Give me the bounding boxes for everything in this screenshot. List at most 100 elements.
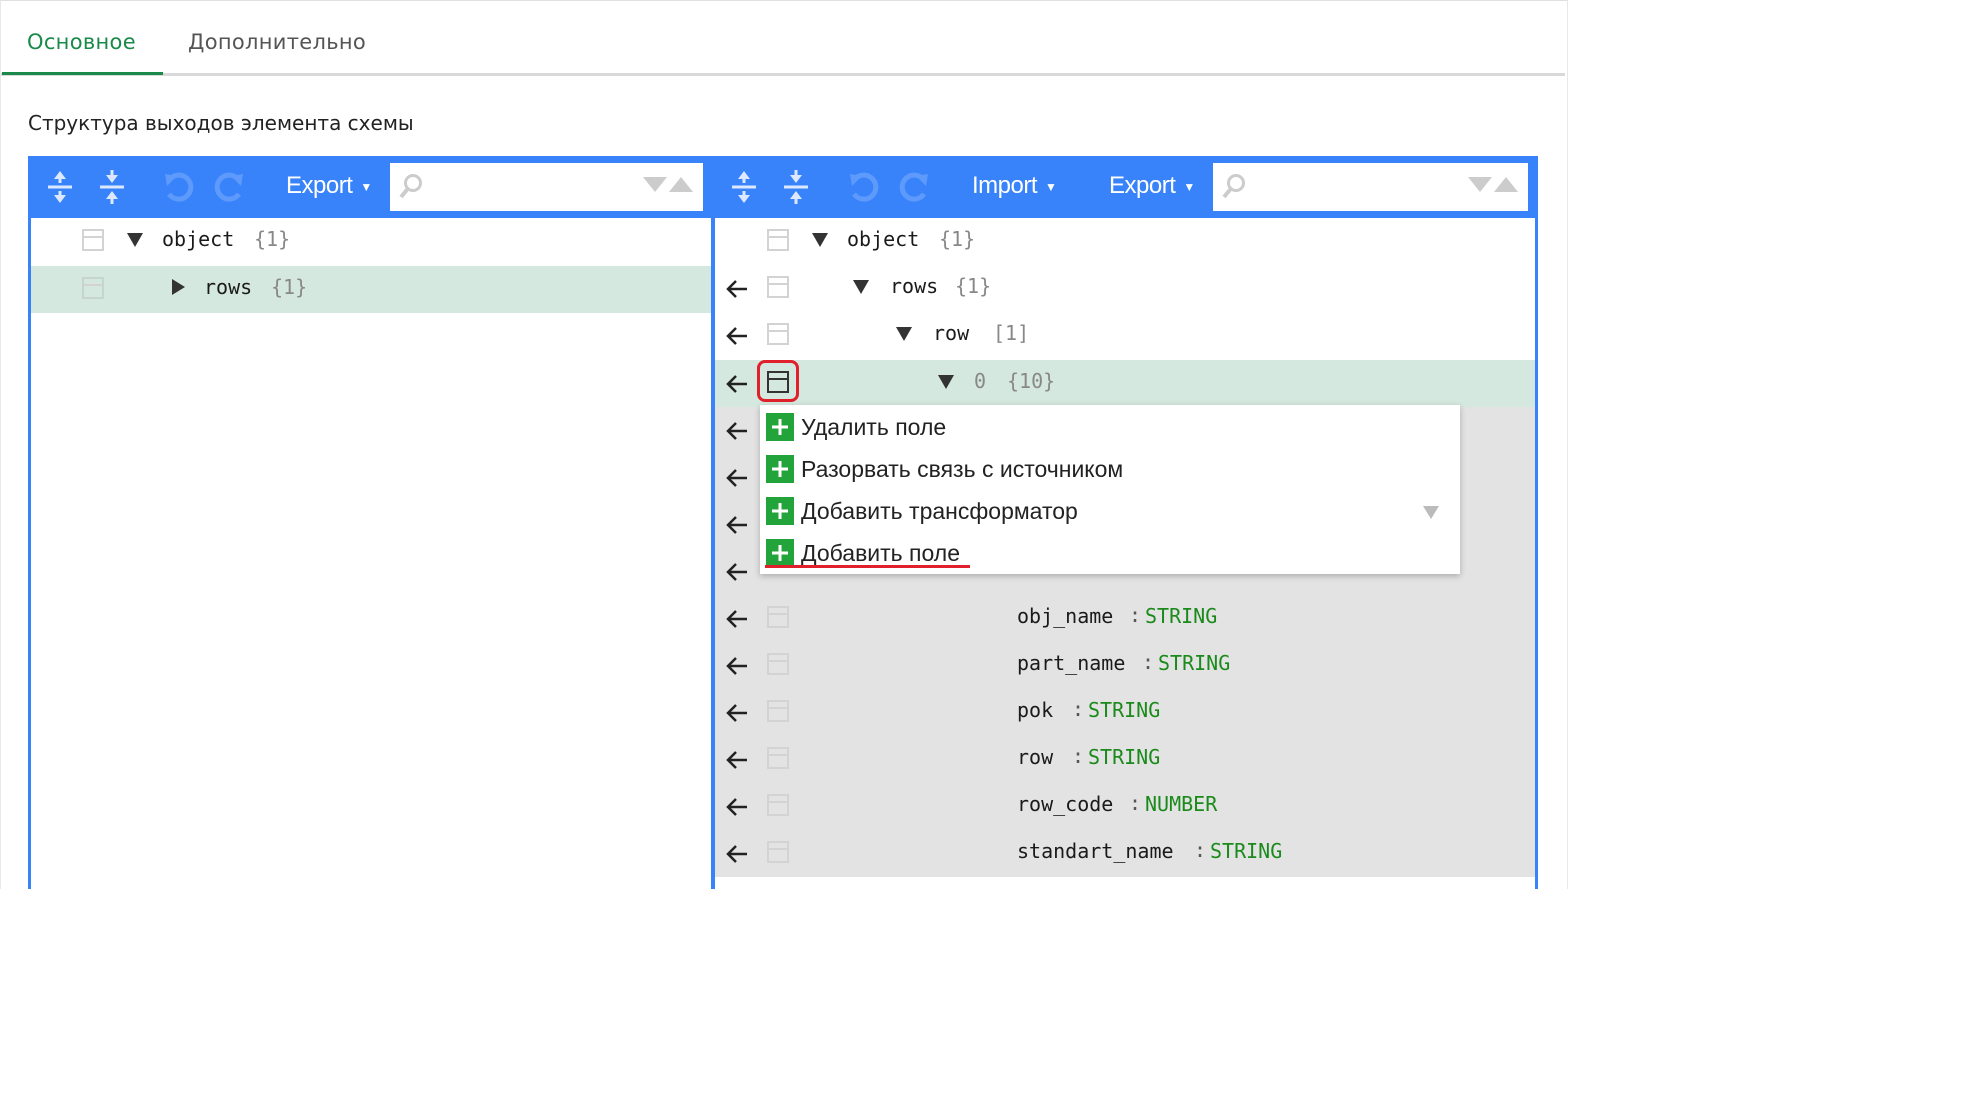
- tree-count: [1]: [993, 321, 1030, 345]
- left-tree: object {1} rows {1}: [31, 218, 711, 889]
- tree-count: {1}: [254, 227, 291, 251]
- field-menu-icon[interactable]: [767, 700, 789, 722]
- search-previous-icon[interactable]: [669, 177, 693, 192]
- arrow-left-icon[interactable]: [725, 843, 749, 865]
- field-menu-icon[interactable]: [82, 277, 104, 299]
- tree-key: standart_name: [1017, 839, 1174, 863]
- tree-row-object[interactable]: object {1}: [715, 218, 1535, 265]
- redo-icon[interactable]: [895, 166, 935, 208]
- search-icon: [399, 174, 422, 199]
- right-search-box: [1213, 163, 1528, 211]
- arrow-left-icon[interactable]: [725, 749, 749, 771]
- menu-item-delete-field[interactable]: Удалить поле: [766, 412, 946, 442]
- context-menu: Удалить поле Разорвать связь с источнико…: [760, 405, 1460, 574]
- arrow-left-icon[interactable]: [725, 796, 749, 818]
- menu-item-label: Удалить поле: [801, 413, 947, 440]
- tree-count: {1}: [955, 274, 992, 298]
- field-menu-icon[interactable]: [767, 276, 789, 298]
- collapse-toggle-icon[interactable]: [812, 233, 828, 247]
- arrow-left-icon[interactable]: [725, 467, 749, 489]
- tab-main[interactable]: Основное: [27, 30, 136, 54]
- tree-row-field[interactable]: row : STRING: [715, 736, 1535, 783]
- tree-key: obj_name: [1017, 604, 1114, 628]
- left-search-input[interactable]: [434, 171, 624, 203]
- redo-icon[interactable]: [210, 166, 250, 208]
- expand-toggle-icon[interactable]: [172, 279, 185, 295]
- collapse-toggle-icon[interactable]: [896, 327, 912, 341]
- tree-key: object: [847, 227, 920, 251]
- tree-row-rows[interactable]: rows {1}: [715, 265, 1535, 312]
- menu-item-label: Разорвать связь с источником: [801, 455, 1124, 482]
- tree-row-field[interactable]: part_name : STRING: [715, 642, 1535, 689]
- tree-count: {1}: [271, 275, 308, 299]
- plus-icon: [766, 539, 794, 567]
- tree-count: {10}: [1007, 369, 1056, 393]
- search-next-icon[interactable]: [643, 177, 667, 192]
- plus-icon: [766, 455, 794, 483]
- arrow-left-icon[interactable]: [725, 420, 749, 442]
- arrow-left-icon[interactable]: [725, 702, 749, 724]
- tree-row-rows[interactable]: rows {1}: [31, 266, 711, 313]
- field-menu-icon[interactable]: [767, 794, 789, 816]
- collapse-all-icon[interactable]: [776, 166, 816, 208]
- tree-type: STRING: [1158, 651, 1231, 675]
- export-menu-button[interactable]: Export ▼: [286, 172, 372, 200]
- arrow-left-icon[interactable]: [725, 561, 749, 583]
- tree-row-field[interactable]: pok : STRING: [715, 689, 1535, 736]
- tree-row-field[interactable]: standart_name : STRING: [715, 830, 1535, 877]
- field-menu-icon[interactable]: [767, 653, 789, 675]
- submenu-caret-icon[interactable]: [1423, 506, 1439, 519]
- field-menu-icon[interactable]: [767, 747, 789, 769]
- menu-item-unlink-source[interactable]: Разорвать связь с источником: [766, 454, 1123, 484]
- caret-down-icon: ▼: [1045, 179, 1057, 194]
- tab-extra[interactable]: Дополнительно: [188, 30, 366, 54]
- field-menu-icon[interactable]: [767, 841, 789, 863]
- right-search-input[interactable]: [1257, 171, 1447, 203]
- export-menu-button[interactable]: Export ▼: [1109, 172, 1195, 200]
- field-menu-icon[interactable]: [767, 229, 789, 251]
- menu-item-add-field[interactable]: Добавить поле: [766, 538, 960, 568]
- expand-all-icon[interactable]: [40, 166, 80, 208]
- tree-row-0[interactable]: 0 {10}: [715, 360, 1535, 407]
- collapse-toggle-icon[interactable]: [938, 375, 954, 389]
- left-toolbar: Export ▼: [28, 156, 715, 218]
- search-previous-icon[interactable]: [1494, 177, 1518, 192]
- expand-all-icon[interactable]: [724, 166, 764, 208]
- tree-row-field[interactable]: obj_name : STRING: [715, 595, 1535, 642]
- arrow-left-icon[interactable]: [725, 655, 749, 677]
- menu-item-add-transformer[interactable]: Добавить трансформатор: [766, 496, 1078, 526]
- caret-down-icon: ▼: [1183, 179, 1195, 194]
- field-menu-icon[interactable]: [767, 606, 789, 628]
- tree-row-row[interactable]: row [1]: [715, 312, 1535, 359]
- undo-icon[interactable]: [158, 166, 198, 208]
- collapse-toggle-icon[interactable]: [127, 233, 143, 247]
- tree-colon: :: [1129, 603, 1142, 627]
- menu-item-label: Добавить трансформатор: [801, 497, 1078, 524]
- right-toolbar: Import ▼ Export ▼: [715, 156, 1538, 218]
- field-menu-icon[interactable]: [82, 229, 104, 251]
- arrow-left-icon[interactable]: [725, 278, 749, 300]
- tab-bar: Основное Дополнительно: [1, 0, 1565, 76]
- tree-colon: :: [1142, 650, 1155, 674]
- tree-type: STRING: [1210, 839, 1283, 863]
- undo-icon[interactable]: [843, 166, 883, 208]
- tree-type: STRING: [1088, 698, 1161, 722]
- search-next-icon[interactable]: [1468, 177, 1492, 192]
- field-menu-icon[interactable]: [767, 323, 789, 345]
- tree-row-field[interactable]: row_code : NUMBER: [715, 783, 1535, 830]
- tree-key: row: [1017, 745, 1054, 769]
- arrow-left-icon[interactable]: [725, 608, 749, 630]
- arrow-left-icon[interactable]: [725, 325, 749, 347]
- tree-type: NUMBER: [1145, 792, 1218, 816]
- tree-count: {1}: [939, 227, 976, 251]
- tree-key: row: [933, 321, 970, 345]
- highlight-underline: [765, 565, 970, 568]
- tree-row-object[interactable]: object {1}: [31, 218, 711, 265]
- export-label: Export: [286, 172, 353, 199]
- import-menu-button[interactable]: Import ▼: [972, 172, 1057, 200]
- collapse-all-icon[interactable]: [92, 166, 132, 208]
- arrow-left-icon[interactable]: [725, 514, 749, 536]
- section-title: Структура выходов элемента схемы: [28, 111, 414, 135]
- collapse-toggle-icon[interactable]: [853, 280, 869, 294]
- arrow-left-icon[interactable]: [725, 373, 749, 395]
